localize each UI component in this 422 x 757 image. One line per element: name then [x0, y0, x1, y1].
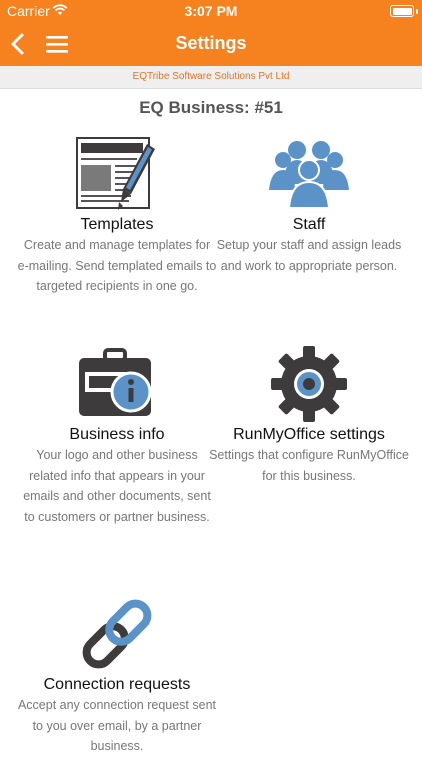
- templates-icon: [76, 137, 155, 210]
- templates-title: Templates: [80, 216, 154, 233]
- gear-icon: [271, 346, 347, 422]
- templates-tile[interactable]: Templates Create and manage templates fo…: [17, 136, 217, 297]
- business-info-title: Business info: [69, 426, 165, 443]
- hamburger-icon: [46, 36, 68, 53]
- templates-description: Create and manage templates for e-mailin…: [17, 238, 217, 293]
- staff-tile[interactable]: Staff Setup your staff and assign leads …: [209, 136, 409, 276]
- battery-tip: [416, 9, 418, 14]
- runmyoffice-settings-tile[interactable]: RunMyOffice settings Settings that confi…: [209, 346, 409, 486]
- link-icon: [82, 599, 152, 669]
- company-name: EQTribe Software Solutions Pvt Ltd: [0, 66, 422, 89]
- runmyoffice-settings-title: RunMyOffice settings: [233, 426, 385, 443]
- business-info-tile[interactable]: Business info Your logo and other busine…: [17, 346, 217, 527]
- connection-requests-tile[interactable]: Connection requests Accept any connectio…: [17, 596, 217, 757]
- business-title: EQ Business: #51: [139, 98, 283, 117]
- connection-requests-description: Accept any connection request sent to yo…: [17, 698, 217, 753]
- clock: 3:07 PM: [184, 3, 238, 19]
- nav-bar: Settings: [0, 22, 422, 66]
- status-bar: Carrier 3:07 PM: [0, 0, 422, 22]
- business-info-description: Your logo and other business related inf…: [23, 448, 211, 524]
- business-info-icon: [79, 348, 152, 416]
- staff-title: Staff: [292, 216, 326, 233]
- battery-icon: [390, 5, 414, 17]
- back-button[interactable]: [6, 30, 30, 58]
- menu-button[interactable]: [44, 32, 70, 56]
- staff-description: Setup your staff and assign leads and wo…: [216, 238, 402, 273]
- runmyoffice-settings-description: Settings that configure RunMyOffice for …: [209, 448, 409, 483]
- connection-requests-title: Connection requests: [43, 676, 191, 693]
- staff-icon: [269, 141, 349, 209]
- chevron-left-icon: [11, 33, 24, 55]
